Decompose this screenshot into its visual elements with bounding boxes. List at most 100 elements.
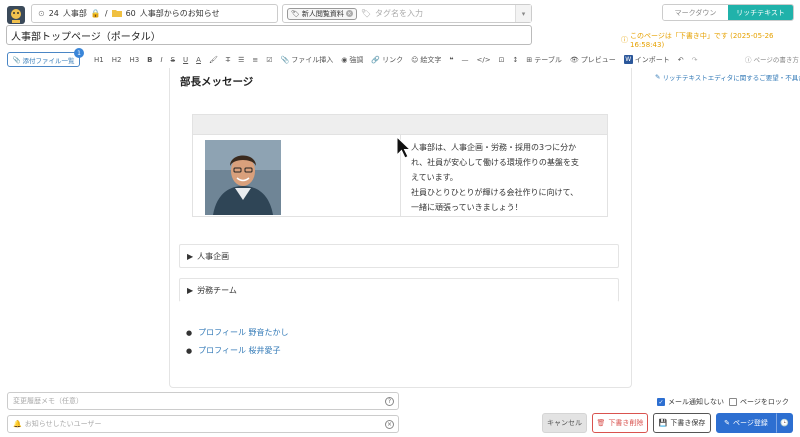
profile-link[interactable]: プロフィール 桜井愛子 [198,345,280,356]
trash-icon: 🗑 [596,419,606,427]
text-color-icon[interactable]: A [192,53,205,66]
emphasis-label: 強調 [349,55,364,64]
register-page-button[interactable]: ✎ ページ登録 [716,413,776,433]
page-title-input[interactable] [6,25,532,45]
emphasis-button[interactable]: ◉ 強調 [337,53,367,66]
tag-chip[interactable]: 🏷 新人閲覧資料 × [287,7,357,20]
line-height-icon[interactable]: ↕ [509,53,523,66]
file-insert-button[interactable]: 📎 ファイル挿入 [277,53,338,66]
quote-icon[interactable]: ❝ [445,53,457,66]
numbered-list-icon[interactable]: ≡ [248,53,262,66]
editor-mode-toggle[interactable]: マークダウン リッチテキスト [662,4,794,21]
save-icon: 💾 [658,419,668,427]
smile-icon: ☺ [411,55,419,64]
richtext-mode-button[interactable]: リッチテキスト [728,5,793,20]
tag-icon: 🏷 [291,9,300,18]
message-line: れ、社員が安心して働ける環境作りの基盤を支 [411,158,579,167]
message-line: えています。 [411,173,458,182]
pencil-icon: ✎ [724,419,730,427]
cancel-label: キャンセル [547,419,582,427]
delete-draft-button[interactable]: 🗑 下書き削除 [592,413,648,433]
tag-chip-label: 新人閲覧資料 [301,9,344,18]
table-header-row [193,115,607,135]
horizontal-rule-icon[interactable]: — [458,53,473,66]
lock-page-label: ページをロック [740,398,789,406]
folder-icon [111,9,122,19]
message-table[interactable]: 人事部は、人事企画・労務・採用の3つに分か れ、社員が安心して働ける環境作りの基… [192,114,608,217]
import-button[interactable]: W インポート [620,53,674,66]
folder-name[interactable]: 人事部からのお知らせ [140,8,220,19]
lock-icon: 🔒 [90,9,101,18]
h3-button[interactable]: H3 [125,53,143,66]
group-icon: ⊙ [38,9,45,18]
clear-icon[interactable]: × [385,419,394,429]
bullet-list-icon[interactable]: ☰ [234,53,248,66]
bold-icon[interactable]: B [143,53,156,66]
table-button[interactable]: ⊞ テーブル [522,53,565,66]
no-mail-option[interactable]: ✓ メール通知しない [657,397,724,407]
feedback-label: リッチテキストエディタに関するご要望・不具合 [662,74,800,82]
tag-input-placeholder[interactable]: タグ名を入力 [375,8,423,19]
group-name[interactable]: 人事部 [63,8,87,19]
how-to-write-link[interactable]: ⓘ ページの書き方 [745,54,799,64]
italic-icon[interactable]: I [157,53,167,66]
expand-triangle-icon[interactable]: ▶ [187,252,193,261]
emoji-button[interactable]: ☺ 絵文字 [407,53,445,66]
redo-icon[interactable]: ↷ [688,53,702,66]
clear-format-icon[interactable]: T̶ [222,53,234,66]
no-mail-checkbox[interactable]: ✓ [657,398,665,406]
h1-button[interactable]: H1 [90,53,108,66]
draft-status-text: このページは「下書き中」です (2025-05-26 16:58:43) [630,32,774,49]
tag-remove-icon[interactable]: × [345,10,353,17]
paperclip-icon: 📎 [280,55,290,64]
tag-input-box[interactable]: 🏷 新人閲覧資料 × 🏷 タグ名を入力 ▾ [282,4,532,23]
link-button[interactable]: 🔗 リンク [367,53,407,66]
cancel-button[interactable]: キャンセル [542,413,587,433]
attachment-list-button[interactable]: 📎 添付ファイル一覧 [7,52,80,67]
checklist-icon[interactable]: ☑ [262,53,276,66]
clock-icon: 🕒 [780,419,789,427]
markdown-mode-button[interactable]: マークダウン [663,5,728,20]
highlight-icon[interactable]: 🖌 [205,53,222,66]
history-memo-input[interactable]: 変更履歴メモ（任意） ? [7,392,399,410]
table-label: テーブル [534,55,562,64]
path-separator: / [104,9,108,18]
list-item[interactable]: ● プロフィール 野音たかし [186,327,289,338]
lock-page-option[interactable]: ページをロック [729,397,789,407]
list-item[interactable]: ● プロフィール 桜井愛子 [186,345,281,356]
file-insert-label: ファイル挿入 [291,55,334,64]
code-icon[interactable]: </> [473,53,495,66]
collapsible-section-planning[interactable]: ▶ 人事企画 [179,244,619,268]
preview-label: プレビュー [580,55,616,64]
feedback-link[interactable]: ✎ リッチテキストエディタに関するご要望・不具合 [655,72,800,82]
group-id: 24 [48,9,59,18]
code-block-icon[interactable]: ⊡ [495,53,509,66]
notify-users-placeholder: お知らせしたいユーザー [24,420,102,428]
app-logo-icon[interactable] [6,5,26,25]
attachment-count-badge: 1 [74,48,84,58]
undo-icon[interactable]: ↶ [674,53,688,66]
profile-link[interactable]: プロフィール 野音たかし [198,327,288,338]
link-label: リンク [382,55,404,64]
word-icon: W [623,55,633,64]
tag-input-icon: 🏷 [360,9,372,18]
save-draft-label: 下書き保存 [670,419,706,427]
preview-button[interactable]: 👁 プレビュー [566,53,620,66]
underline-icon[interactable]: U [179,53,192,66]
feedback-icon: ✎ [655,73,661,81]
collapsible-section-labor[interactable]: ▶ 労務チーム [179,278,619,302]
import-label: インポート [634,55,670,64]
question-icon[interactable]: ? [385,396,394,406]
strikethrough-icon[interactable]: S [167,53,179,66]
h2-button[interactable]: H2 [108,53,126,66]
notify-users-input[interactable]: 🔔 お知らせしたいユーザー × [7,415,399,433]
save-draft-button[interactable]: 💾 下書き保存 [653,413,711,433]
page-path-selector[interactable]: ⊙ 24 人事部 🔒 / 60 人事部からのお知らせ [31,4,278,23]
schedule-button[interactable]: 🕒 [776,413,793,433]
collapsible-label: 労務チーム [197,285,237,295]
how-to-write-label: ページの書き方 [753,56,799,64]
chevron-down-icon[interactable]: ▾ [515,5,531,22]
expand-triangle-icon[interactable]: ▶ [187,286,193,295]
emphasis-icon: ◉ [341,55,348,64]
lock-page-checkbox[interactable] [729,398,737,406]
